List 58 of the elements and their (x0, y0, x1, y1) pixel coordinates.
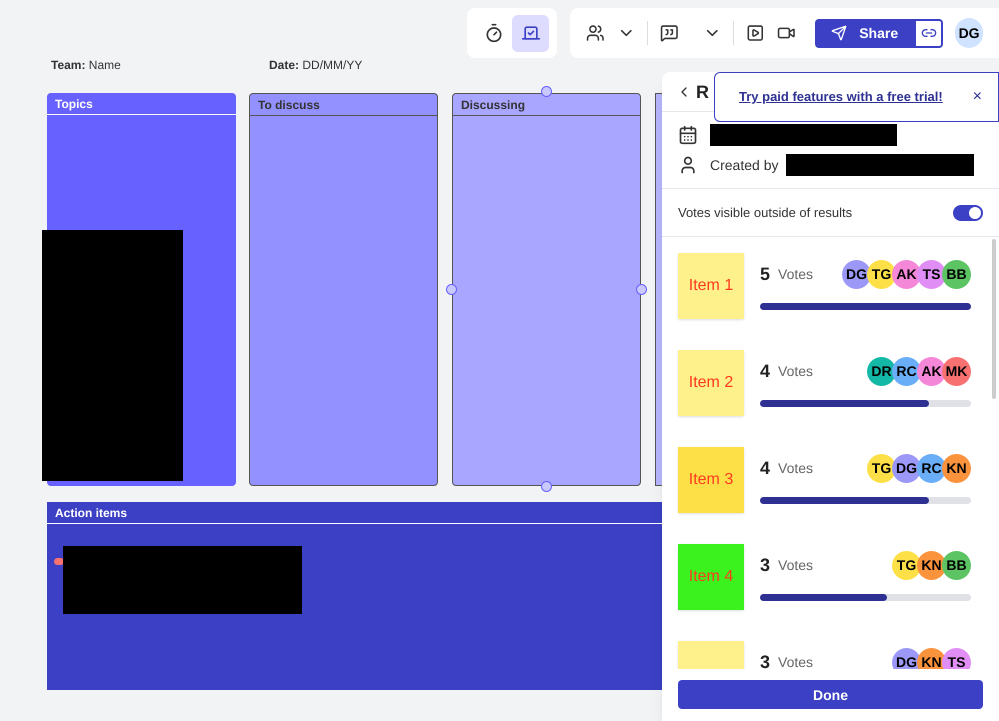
votes-label: Votes (778, 362, 814, 381)
voter-avatar: RC (892, 356, 921, 386)
voter-avatar: KN (942, 454, 971, 482)
sticky-note-label: Item 1 (688, 276, 734, 296)
paper-plane-icon (831, 25, 848, 41)
date-field: Date: DD/MM/YY (269, 58, 362, 72)
voter-avatar: BB (942, 550, 971, 580)
comment-icon[interactable] (660, 23, 679, 43)
present-icon[interactable] (746, 23, 765, 43)
vote-count: 4 (760, 360, 770, 383)
done-button[interactable]: Done (678, 680, 983, 709)
voter-avatar: AK (892, 260, 921, 288)
vote-count: 5 (760, 263, 770, 286)
voter-avatar: DG (842, 260, 871, 288)
trial-link[interactable]: Try paid features with a free trial! (739, 87, 943, 107)
frame-title: Topics (55, 96, 93, 112)
timer-icon[interactable] (484, 23, 504, 43)
frame-title: To discuss (258, 96, 320, 112)
frame-title: Discussing (461, 96, 526, 112)
resize-handle[interactable] (636, 284, 647, 295)
votes-label: Votes (778, 459, 814, 478)
voter-avatar: RC (917, 454, 946, 482)
voter-avatar: KN (917, 550, 946, 580)
calendar-icon (678, 125, 698, 145)
votes-label: Votes (778, 265, 814, 284)
sticky-note-label: Item 2 (688, 373, 734, 393)
voter-avatar: BB (942, 260, 971, 288)
scrollbar[interactable] (992, 239, 996, 399)
close-button[interactable]: × (972, 85, 982, 109)
voter-avatar: DG (892, 454, 921, 482)
user-avatar[interactable]: DG (955, 18, 983, 48)
voter-avatar: MK (942, 356, 971, 386)
sticky-note-label: Item 4 (688, 567, 734, 587)
voter-avatar: AK (917, 356, 946, 386)
panel-title: R (696, 80, 709, 104)
team-field: Team: Name (51, 57, 121, 73)
toggle-label: Votes visible outside of results (678, 204, 852, 222)
voter-avatar: TS (917, 260, 946, 288)
resize-handle[interactable] (541, 481, 552, 492)
resize-handle[interactable] (541, 86, 552, 97)
frame-title: Action items (55, 504, 128, 520)
resize-handle[interactable] (446, 284, 457, 295)
voter-avatar: DR (867, 356, 896, 386)
voting-button[interactable] (512, 14, 549, 52)
vote-count: 3 (760, 651, 770, 674)
collaborators-icon[interactable] (586, 23, 605, 43)
visibility-toggle[interactable] (953, 204, 983, 220)
vote-count: 4 (760, 457, 770, 480)
vote-count: 3 (760, 554, 770, 577)
voter-avatar: TG (867, 260, 896, 288)
voter-avatar: TG (867, 454, 896, 482)
created-by-label: Created by (710, 156, 778, 175)
sticky-note-label: Item 3 (688, 470, 734, 490)
copy-link-button[interactable] (914, 18, 944, 48)
votes-label: Votes (778, 653, 814, 672)
votes-label: Votes (778, 556, 814, 575)
voter-avatar: TG (892, 550, 921, 580)
share-button[interactable]: Share (815, 18, 914, 48)
